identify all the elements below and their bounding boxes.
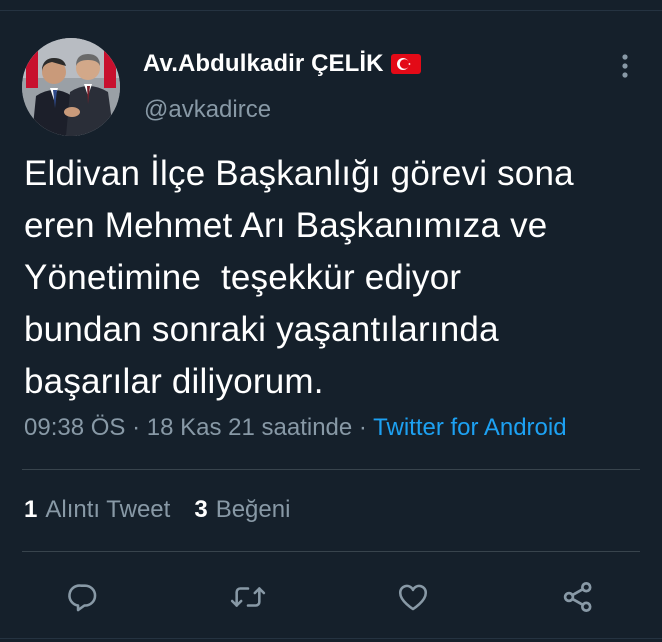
author-display-name[interactable]: Av.Abdulkadir ÇELİK — [143, 50, 384, 78]
tweet-text: Eldivan İlçe Başkanlığı görevi sona eren… — [24, 154, 574, 401]
share-icon — [563, 582, 592, 612]
likes-stat[interactable]: 3 Beğeni — [194, 496, 290, 524]
like-count: 3 — [194, 496, 208, 523]
like-button[interactable] — [391, 575, 435, 619]
turkey-flag-icon — [390, 54, 421, 74]
meta-separator: · — [132, 414, 141, 441]
tweet-date: 18 Kas 21 saatinde — [146, 414, 353, 441]
quote-label: Alıntı Tweet — [45, 496, 171, 523]
tweet-metadata: 09:38 ÖS · 18 Kas 21 saatinde · Twitter … — [24, 414, 567, 442]
heart-icon — [398, 584, 428, 611]
profile-photo-icon — [22, 38, 120, 136]
action-bar — [0, 575, 662, 619]
reply-icon — [68, 584, 97, 612]
retweet-icon — [230, 587, 266, 607]
bottom-divider — [0, 638, 662, 639]
top-divider — [0, 10, 662, 11]
like-label: Beğeni — [215, 496, 291, 523]
retweet-button[interactable] — [226, 575, 270, 619]
avatar[interactable] — [22, 38, 120, 136]
quote-count: 1 — [24, 496, 38, 523]
more-vertical-icon[interactable] — [614, 52, 636, 82]
tweet-time: 09:38 ÖS — [24, 414, 126, 441]
tweet-stats: 1 Alıntı Tweet 3 Beğeni — [24, 496, 290, 524]
divider — [22, 469, 640, 470]
tweet-source-link[interactable]: Twitter for Android — [373, 414, 566, 441]
reply-button[interactable] — [61, 575, 105, 619]
divider — [22, 551, 640, 552]
quote-tweets-stat[interactable]: 1 Alıntı Tweet — [24, 496, 170, 524]
meta-separator: · — [358, 414, 367, 441]
author-handle[interactable]: @avkadirce — [144, 96, 271, 124]
author-name-row[interactable]: Av.Abdulkadir ÇELİK — [143, 48, 421, 80]
share-button[interactable] — [556, 575, 600, 619]
